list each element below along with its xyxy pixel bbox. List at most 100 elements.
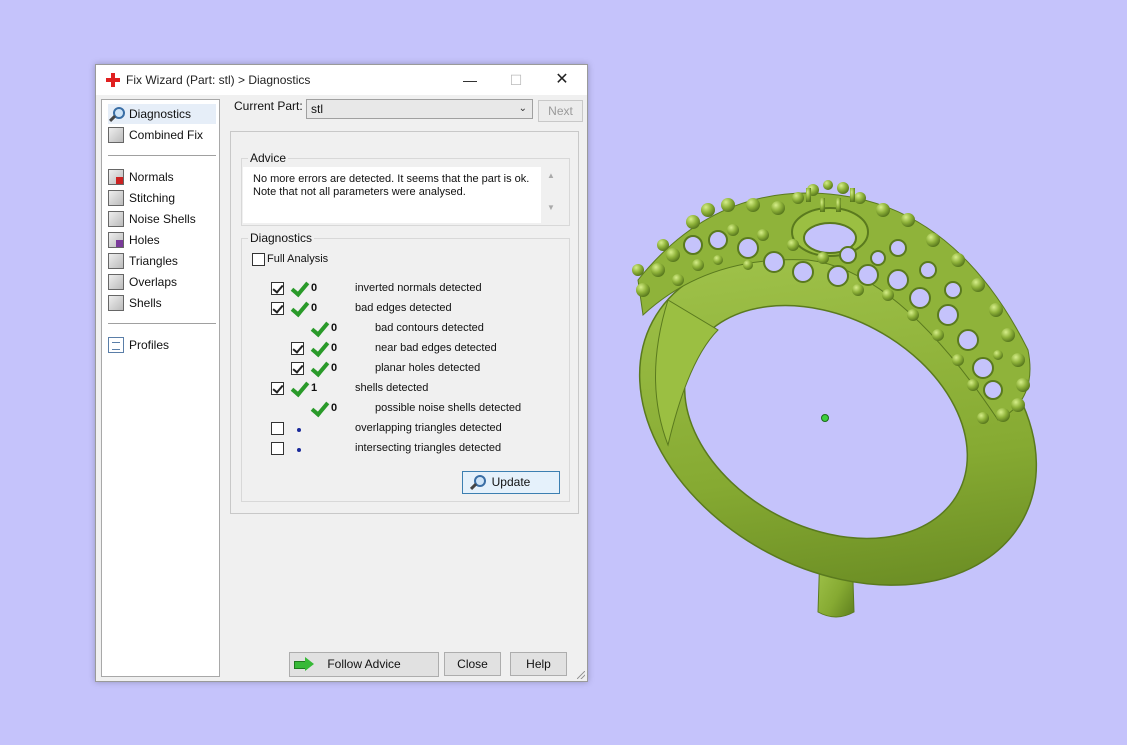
sidebar-item-noise-shells[interactable]: Noise Shells bbox=[108, 209, 216, 229]
sidebar-item-shells[interactable]: Shells bbox=[108, 293, 216, 313]
full-analysis-checkbox[interactable] bbox=[252, 253, 265, 266]
cube-purple-icon bbox=[108, 232, 124, 248]
fix-wizard-icon bbox=[106, 73, 120, 87]
wizard-sidebar: Diagnostics Combined Fix Normals Stitchi… bbox=[101, 99, 220, 677]
overlapping-triangles-label: overlapping triangles detected bbox=[355, 422, 502, 434]
magnifier-icon bbox=[469, 474, 486, 490]
sidebar-item-label: Combined Fix bbox=[129, 128, 204, 142]
advice-title: Advice bbox=[248, 151, 289, 165]
follow-advice-button[interactable]: Follow Advice bbox=[289, 652, 439, 677]
sidebar-item-stitching[interactable]: Stitching bbox=[108, 188, 216, 208]
minimize-button[interactable]: — bbox=[447, 65, 493, 95]
chevron-down-icon: ⌄ bbox=[518, 103, 527, 114]
sidebar-item-label: Normals bbox=[129, 170, 174, 184]
title-bar: Fix Wizard (Part: stl) > Diagnostics — ☐… bbox=[96, 65, 587, 95]
sidebar-item-triangles[interactable]: Triangles bbox=[108, 251, 216, 271]
close-button[interactable]: Close bbox=[444, 652, 501, 676]
pending-dot-icon bbox=[297, 448, 301, 452]
cube-icon bbox=[108, 295, 124, 311]
current-part-label: Current Part: bbox=[234, 99, 303, 113]
checkmark-icon bbox=[290, 379, 308, 397]
help-button[interactable]: Help bbox=[510, 652, 567, 676]
sidebar-item-label: Stitching bbox=[129, 191, 176, 205]
current-part-select[interactable]: stl ⌄ bbox=[306, 99, 533, 119]
bad-edges-count: 0 bbox=[311, 302, 318, 314]
planar-holes-label: planar holes detected bbox=[375, 362, 481, 374]
current-part-value: stl bbox=[311, 102, 323, 116]
triangles-icon bbox=[108, 253, 124, 269]
pending-dot-icon bbox=[297, 428, 301, 432]
noise-shells-label: possible noise shells detected bbox=[375, 402, 522, 414]
sidebar-item-diagnostics[interactable]: Diagnostics bbox=[108, 104, 216, 124]
planar-holes-checkbox[interactable] bbox=[291, 362, 304, 375]
sidebar-item-overlaps[interactable]: Overlaps bbox=[108, 272, 216, 292]
checkmark-icon bbox=[310, 319, 328, 337]
planar-holes-count: 0 bbox=[331, 362, 338, 374]
cube-icon bbox=[108, 127, 124, 143]
diagnostics-group: Diagnostics Full Analysis 0 inverted nor… bbox=[241, 231, 570, 502]
follow-advice-label: Follow Advice bbox=[327, 657, 401, 671]
checkmark-icon bbox=[310, 339, 328, 357]
cube-icon bbox=[108, 190, 124, 206]
update-label: Update bbox=[491, 475, 531, 489]
bad-edges-label: bad edges detected bbox=[355, 302, 452, 314]
sidebar-item-label: Shells bbox=[129, 296, 162, 310]
advice-text-box: No more errors are detected. It seems th… bbox=[243, 167, 541, 223]
sidebar-item-label: Triangles bbox=[129, 254, 178, 268]
intersecting-triangles-checkbox[interactable] bbox=[271, 442, 284, 455]
pivot-point-icon bbox=[821, 414, 829, 422]
sidebar-item-label: Profiles bbox=[129, 338, 170, 352]
scroll-up-icon[interactable]: ▲ bbox=[547, 171, 555, 180]
next-button[interactable]: Next bbox=[538, 100, 583, 122]
shells-count: 1 bbox=[311, 382, 318, 394]
overlapping-triangles-checkbox[interactable] bbox=[271, 422, 284, 435]
close-window-button[interactable]: ✕ bbox=[539, 65, 585, 95]
near-bad-edges-count: 0 bbox=[331, 342, 338, 354]
checkmark-icon bbox=[310, 399, 328, 417]
bad-contours-count: 0 bbox=[331, 322, 338, 334]
sidebar-item-profiles[interactable]: Profiles bbox=[108, 335, 216, 355]
sidebar-divider bbox=[108, 323, 216, 324]
window-title: Fix Wizard (Part: stl) > Diagnostics bbox=[126, 73, 311, 87]
overlaps-icon bbox=[108, 274, 124, 290]
inverted-normals-checkbox[interactable] bbox=[271, 282, 284, 295]
sidebar-item-label: Diagnostics bbox=[129, 107, 192, 121]
ring-3d-model[interactable] bbox=[598, 150, 1118, 650]
diagnostics-panel: Advice No more errors are detected. It s… bbox=[230, 131, 579, 514]
checkmark-icon bbox=[310, 359, 328, 377]
green-arrow-icon bbox=[294, 657, 314, 671]
sidebar-item-normals[interactable]: Normals bbox=[108, 167, 216, 187]
intersecting-triangles-label: intersecting triangles detected bbox=[355, 442, 502, 454]
sidebar-item-label: Noise Shells bbox=[129, 212, 196, 226]
diagnostics-title: Diagnostics bbox=[248, 231, 315, 245]
sidebar-item-label: Holes bbox=[129, 233, 160, 247]
bad-contours-label: bad contours detected bbox=[375, 322, 484, 334]
full-analysis-label: Full Analysis bbox=[267, 253, 329, 265]
shells-checkbox[interactable] bbox=[271, 382, 284, 395]
scroll-down-icon[interactable]: ▼ bbox=[547, 203, 555, 212]
checkmark-icon bbox=[290, 279, 308, 297]
sidebar-item-combined-fix[interactable]: Combined Fix bbox=[108, 125, 216, 145]
inverted-normals-label: inverted normals detected bbox=[355, 282, 482, 294]
sidebar-item-holes[interactable]: Holes bbox=[108, 230, 216, 250]
near-bad-edges-label: near bad edges detected bbox=[375, 342, 497, 354]
noise-shells-count: 0 bbox=[331, 402, 338, 414]
update-button[interactable]: Update bbox=[462, 471, 560, 494]
checkmark-icon bbox=[290, 299, 308, 317]
dice-icon bbox=[108, 211, 124, 227]
cube-red-icon bbox=[108, 169, 124, 185]
maximize-button[interactable]: ☐ bbox=[493, 65, 539, 95]
shells-label: shells detected bbox=[355, 382, 429, 394]
advice-scrollbar[interactable]: ▲ ▼ bbox=[544, 169, 560, 219]
magnifier-icon bbox=[108, 106, 125, 122]
bad-edges-checkbox[interactable] bbox=[271, 302, 284, 315]
near-bad-edges-checkbox[interactable] bbox=[291, 342, 304, 355]
advice-line-2: Note that not all parameters were analys… bbox=[253, 186, 466, 198]
advice-group: Advice No more errors are detected. It s… bbox=[241, 151, 570, 226]
inverted-normals-count: 0 bbox=[311, 282, 318, 294]
fix-wizard-window: Fix Wizard (Part: stl) > Diagnostics — ☐… bbox=[95, 64, 588, 682]
sidebar-item-label: Overlaps bbox=[129, 275, 178, 289]
sidebar-divider bbox=[108, 155, 216, 156]
resize-grip[interactable] bbox=[577, 671, 585, 679]
advice-line-1: No more errors are detected. It seems th… bbox=[253, 173, 530, 185]
